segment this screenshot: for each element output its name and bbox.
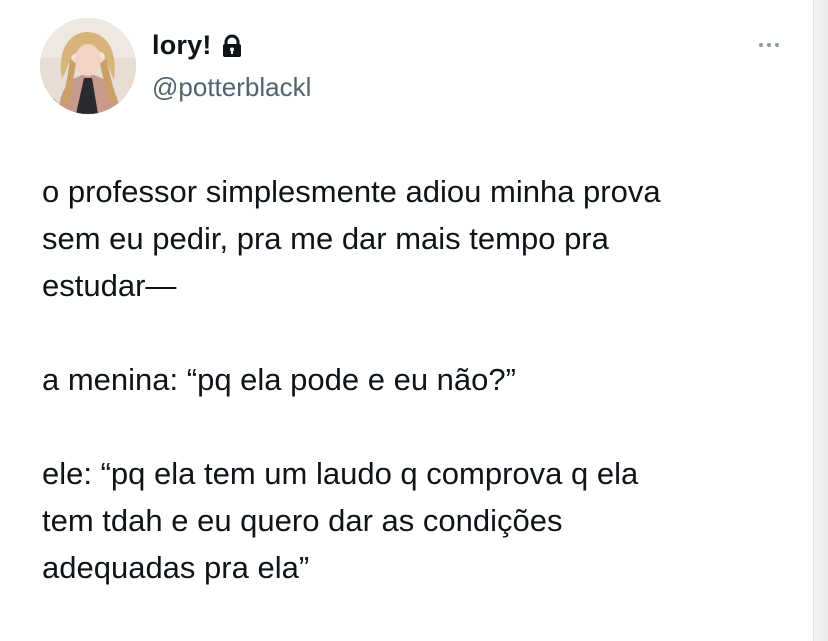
lock-icon [221,34,243,58]
tweet-text: o professor simplesmente adiou minha pro… [42,168,802,591]
tweet-line: estudar— [42,268,177,303]
profile-photo [40,18,136,114]
tweet-card: lory! @potterblackl o professor simplesm… [0,0,828,641]
avatar[interactable] [40,18,136,114]
tweet-line: ele: “pq ela tem um laudo q comprova q e… [42,456,639,491]
tweet-line: adequadas pra ela” [42,550,310,585]
more-horizontal-icon [775,43,779,47]
tweet-line: sem eu pedir, pra me dar mais tempo pra [42,221,609,256]
user-handle[interactable]: @potterblackl [152,72,311,103]
author-name-row: lory! [152,30,243,61]
more-options-button[interactable] [752,28,786,62]
tweet-line: tem tdah e eu quero dar as condições [42,503,563,538]
display-name[interactable]: lory! [152,30,212,61]
tweet-line: o professor simplesmente adiou minha pro… [42,174,661,209]
tweet-line: a menina: “pq ela pode e eu não?” [42,362,516,397]
screen-edge [813,0,828,641]
more-horizontal-icon [759,43,763,47]
more-horizontal-icon [767,43,771,47]
